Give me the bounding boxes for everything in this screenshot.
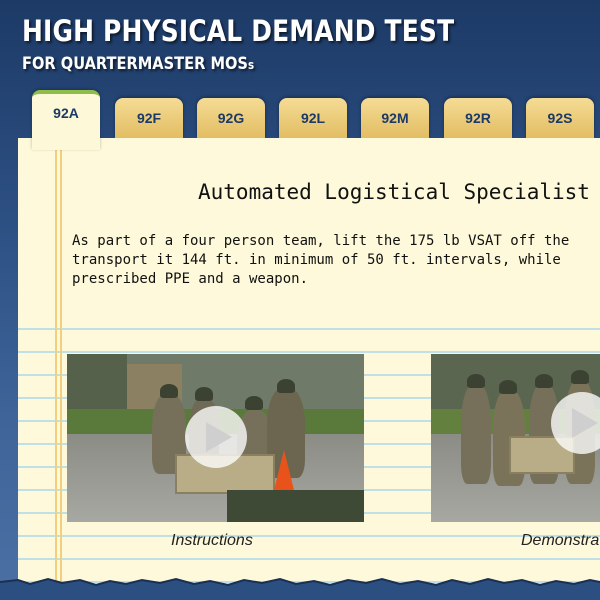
- tab-92a[interactable]: 92A: [32, 90, 100, 150]
- tab-92f[interactable]: 92F: [115, 98, 183, 138]
- content-panel: Automated Logistical Specialist As part …: [18, 138, 600, 588]
- instructions-video[interactable]: [67, 354, 364, 522]
- tab-92m[interactable]: 92M: [361, 98, 429, 138]
- page-title: Automated Logistical Specialist: [198, 180, 590, 204]
- paper-header-area: [18, 138, 600, 318]
- tab-92l[interactable]: 92L: [279, 98, 347, 138]
- tab-92s[interactable]: 92S: [526, 98, 594, 138]
- mos-tab-bar: 92A 92F 92G 92L 92M 92R 92S: [0, 0, 600, 150]
- tab-92g[interactable]: 92G: [197, 98, 265, 138]
- demonstration-video[interactable]: [431, 354, 600, 522]
- margin-line: [55, 138, 57, 588]
- video-caption-instructions: Instructions: [171, 532, 253, 549]
- task-description: As part of a four person team, lift the …: [72, 233, 570, 287]
- video-caption-demonstration: Demonstra: [521, 532, 600, 549]
- torn-paper-edge: [0, 577, 600, 600]
- play-icon[interactable]: [185, 406, 247, 468]
- tab-92r[interactable]: 92R: [444, 98, 512, 138]
- margin-line: [60, 138, 62, 588]
